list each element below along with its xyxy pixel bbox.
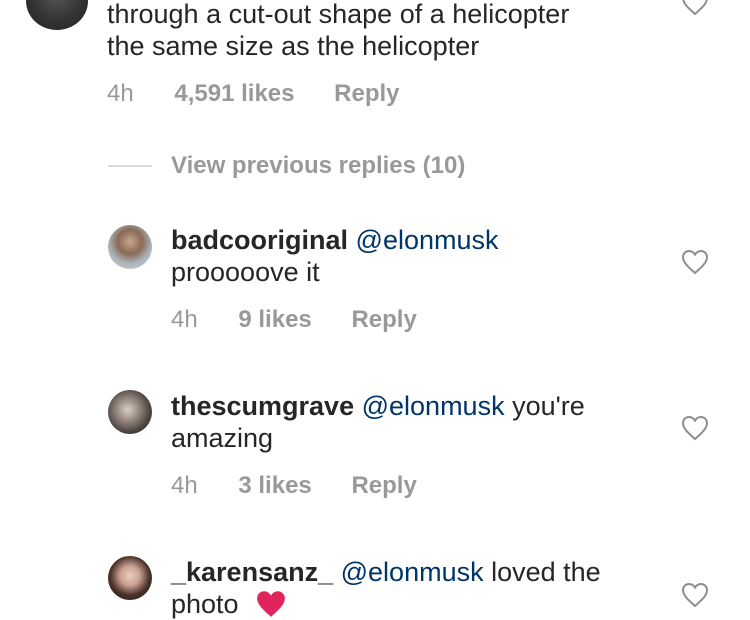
reply-like-heart-icon[interactable] (681, 582, 709, 608)
reply-meta-thescumgrave: 4h 3 likes Reply (171, 472, 417, 500)
reply-text-after-mention: loved the (483, 557, 601, 587)
reply-time: 4h (171, 306, 198, 333)
reply-text-line2-badcooriginal: prooooove it (171, 257, 320, 287)
reply-reply-button[interactable]: Reply (351, 306, 416, 334)
view-previous-divider (108, 165, 152, 167)
reply-avatar-thescumgrave[interactable] (108, 390, 152, 434)
parent-comment-text-line2: the same size as the helicopter (107, 31, 480, 61)
reply-text-line2-karensanz: photo (171, 588, 288, 620)
reply-likes[interactable]: 3 likes (238, 472, 311, 500)
parent-comment-text-line1: through a cut-out shape of a helicopter (107, 0, 570, 29)
reply-avatar-badcooriginal[interactable] (108, 225, 152, 269)
parent-comment-like-heart-icon[interactable] (681, 0, 709, 16)
reply-mention-thescumgrave[interactable]: @elonmusk (362, 391, 505, 421)
parent-comment-reply-button[interactable]: Reply (334, 80, 399, 108)
reply-text-line2-thescumgrave: amazing (171, 423, 274, 453)
reply-text-line1-thescumgrave: thescumgrave @elonmusk you're (171, 390, 585, 422)
reply-mention-badcooriginal[interactable]: @elonmusk (356, 225, 499, 255)
reply-avatar-karensanz[interactable] (108, 556, 152, 600)
reply-username-badcooriginal[interactable]: badcooriginal (171, 225, 348, 255)
view-previous-replies-button[interactable]: View previous replies (10) (108, 150, 465, 182)
reply-reply-button[interactable]: Reply (351, 472, 416, 500)
reply-text-line1-karensanz: _karensanz_ @elonmusk loved the (171, 556, 601, 588)
reply-username-thescumgrave[interactable]: thescumgrave (171, 391, 354, 421)
view-previous-replies-label: View previous replies (10) (171, 152, 466, 179)
reply-likes[interactable]: 9 likes (238, 306, 311, 334)
reply-text-line1-badcooriginal: badcooriginal @elonmusk (171, 224, 499, 256)
reply-text-line2-content: photo (171, 589, 239, 619)
parent-comment-meta: 4h 4,591 likes Reply (107, 80, 400, 108)
parent-comment-avatar[interactable] (26, 0, 88, 30)
reply-time: 4h (171, 472, 198, 499)
reply-like-heart-icon[interactable] (681, 415, 709, 441)
reply-like-heart-icon[interactable] (681, 249, 709, 275)
reply-text-after-mention: you're (504, 391, 585, 421)
reply-mention-karensanz[interactable]: @elonmusk (341, 557, 484, 587)
red-heart-emoji-icon (257, 591, 285, 617)
reply-meta-badcooriginal: 4h 9 likes Reply (171, 306, 417, 334)
reply-username-karensanz[interactable]: _karensanz_ (171, 557, 333, 587)
parent-comment-time: 4h (107, 80, 134, 107)
parent-comment-likes[interactable]: 4,591 likes (174, 80, 294, 108)
